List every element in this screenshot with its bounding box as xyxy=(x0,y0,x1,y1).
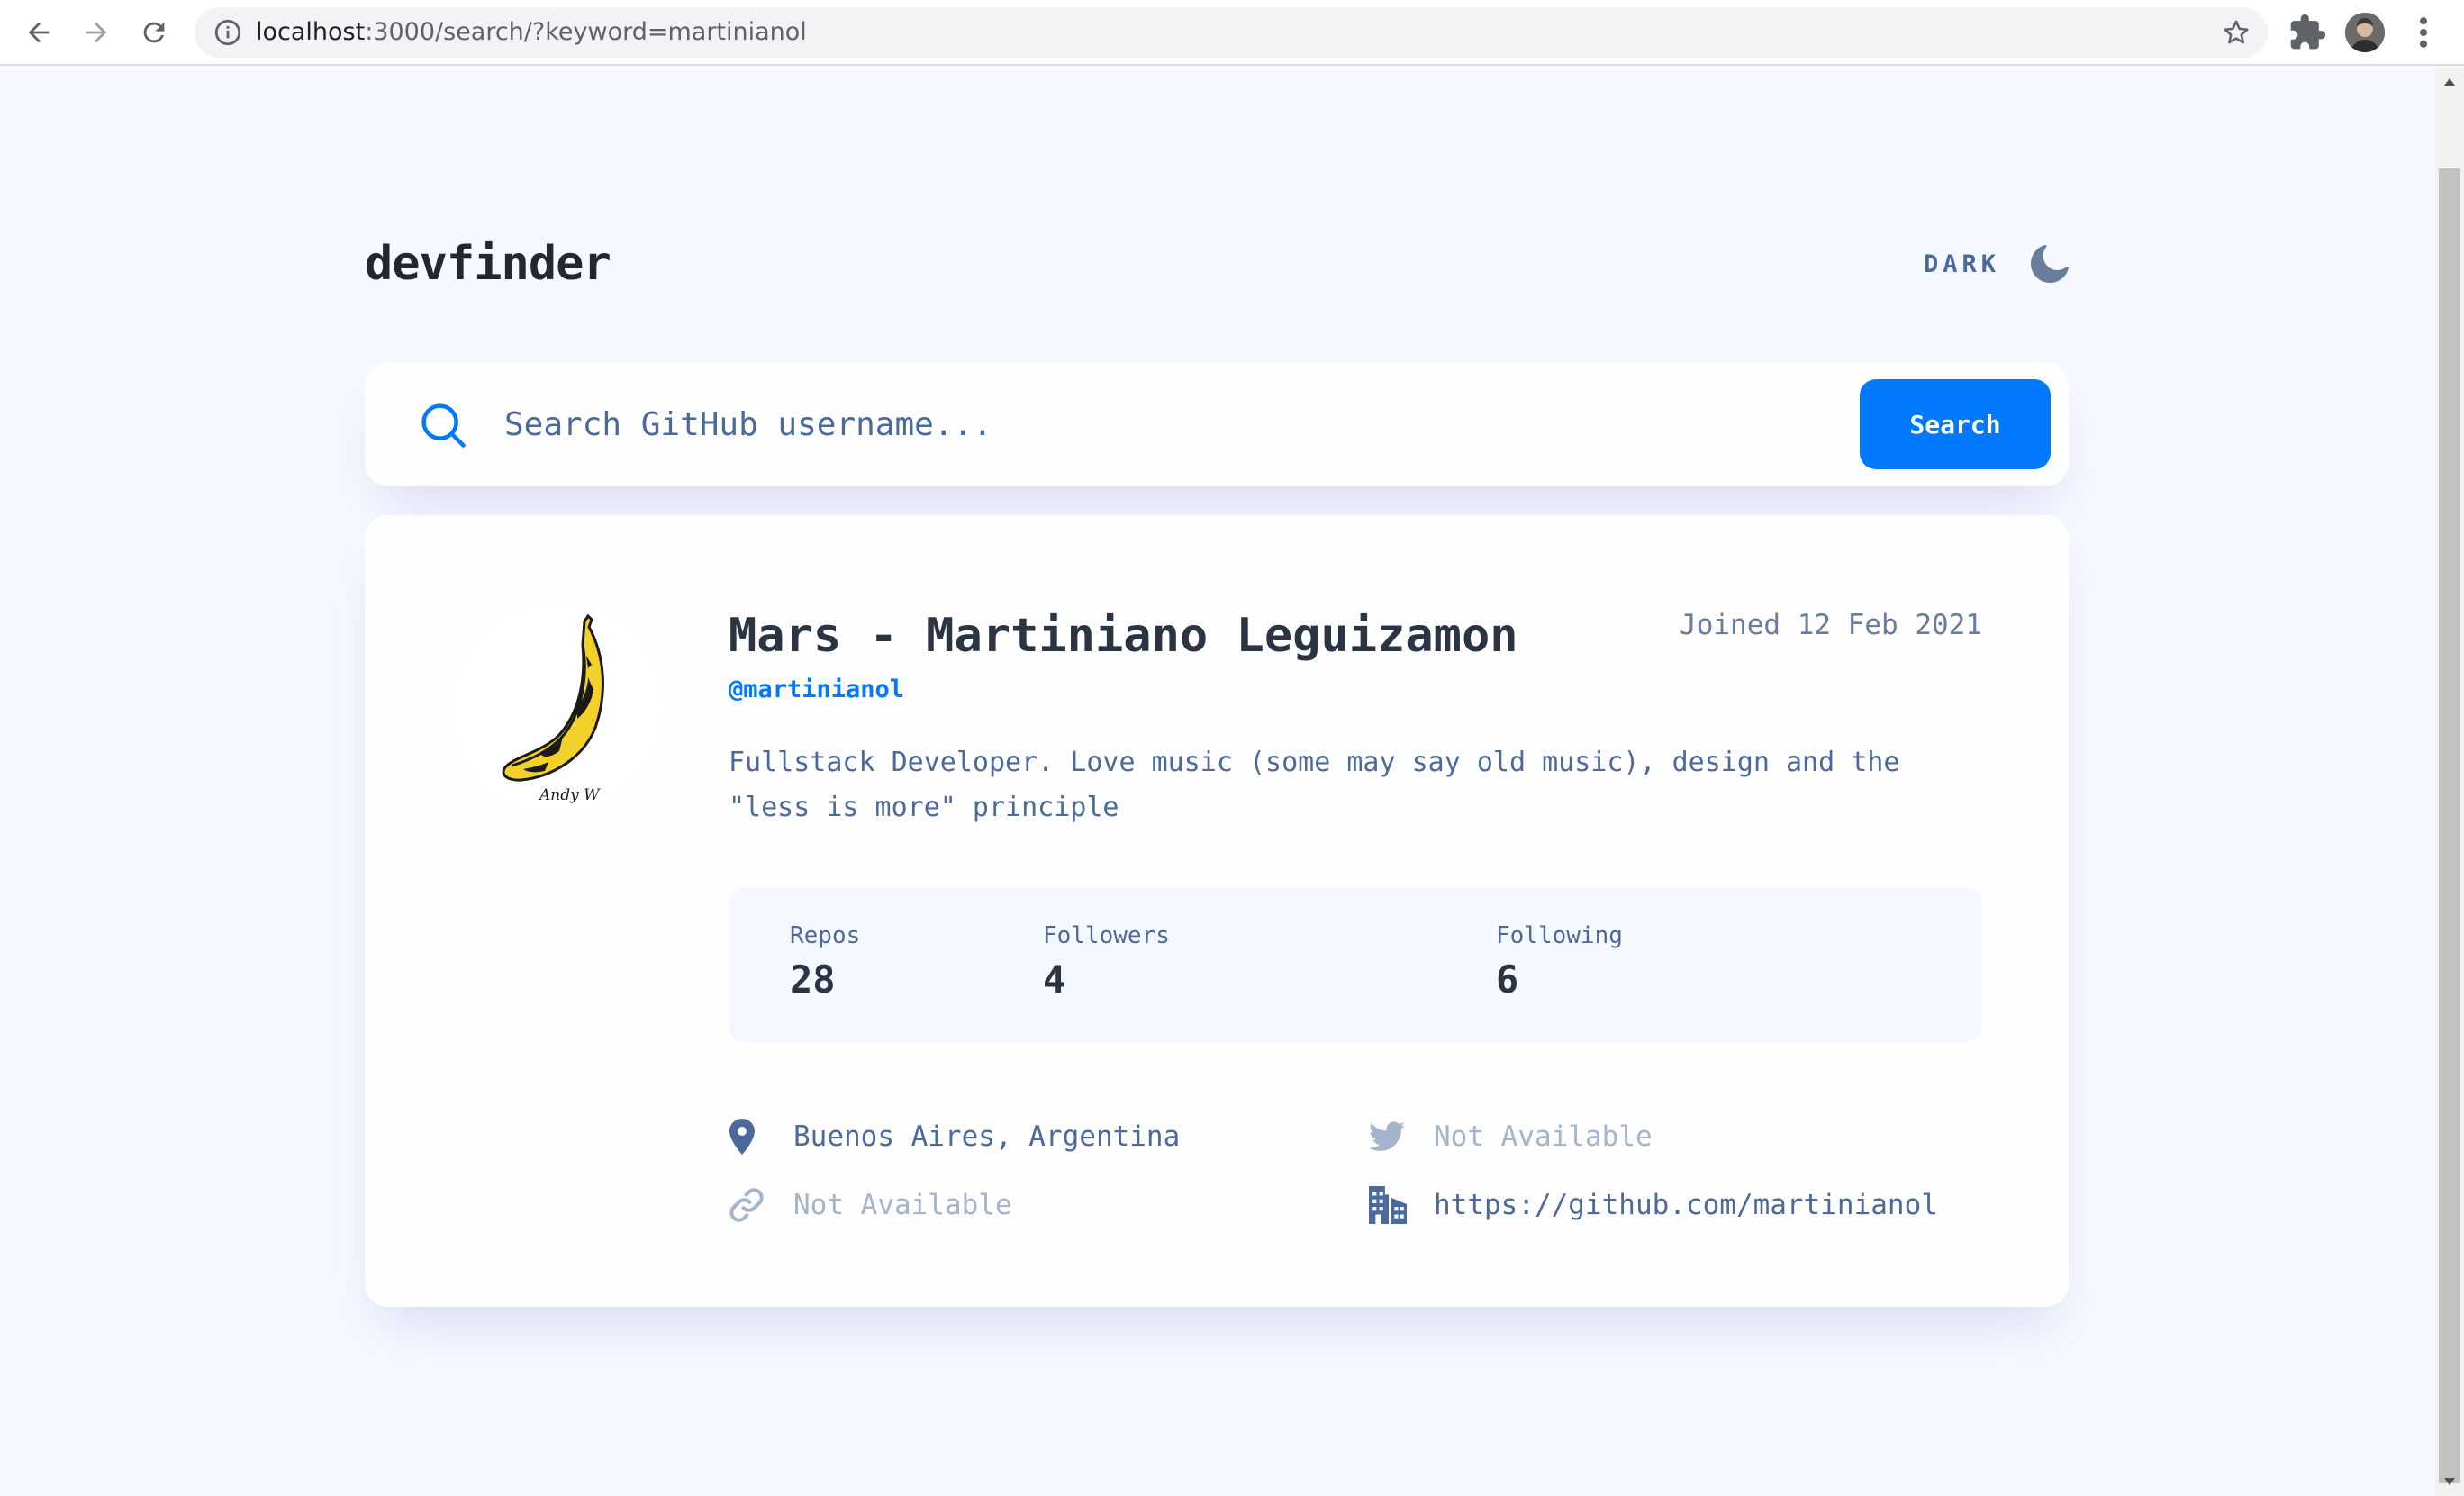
link-icon xyxy=(729,1185,768,1225)
browser-toolbar: localhost:3000/search/?keyword=martinian… xyxy=(0,0,2464,66)
search-button[interactable]: Search xyxy=(1860,379,2051,469)
url-text: localhost:3000/search/?keyword=martinian… xyxy=(256,7,807,58)
info-icon[interactable] xyxy=(213,17,243,48)
profile-location-text: Buenos Aires, Argentina xyxy=(793,1120,1181,1153)
stat-repos-label: Repos xyxy=(790,922,861,949)
page-scrollbar[interactable] xyxy=(2435,68,2464,1496)
search-input[interactable] xyxy=(504,393,1846,456)
avatar-signature: Andy W xyxy=(538,786,601,804)
stat-followers-value: 4 xyxy=(1043,957,1066,1002)
theme-toggle-label: DARK xyxy=(1923,249,2000,278)
profile-stats: Repos 28 Followers 4 Following 6 xyxy=(729,887,1982,1042)
search-bar: Search xyxy=(365,362,2069,486)
app-header: devfinder DARK xyxy=(365,230,2069,298)
theme-toggle-button[interactable]: DARK xyxy=(1924,230,2069,298)
bookmark-star-icon[interactable] xyxy=(2221,17,2251,48)
profile-joined-date: Joined 12 Feb 2021 xyxy=(1680,609,1982,641)
banana-artwork: Andy W xyxy=(502,613,604,804)
profile-bio: Fullstack Developer. Love music (some ma… xyxy=(729,747,1900,823)
forward-button[interactable] xyxy=(75,11,118,54)
profile-twitter-text: Not Available xyxy=(1434,1120,1653,1153)
arrow-left-icon xyxy=(28,22,50,43)
map-pin-icon xyxy=(729,1117,768,1156)
stat-repos-value: 28 xyxy=(790,957,836,1002)
stat-following: Following 6 xyxy=(1496,918,1623,1006)
arrow-right-icon xyxy=(86,22,107,43)
profile-company[interactable]: https://github.com/martinianol xyxy=(1369,1178,1938,1232)
url-path: :3000/search/?keyword=martinianol xyxy=(365,18,807,46)
scroll-down-arrow-icon[interactable] xyxy=(2435,1467,2464,1496)
stat-following-label: Following xyxy=(1496,922,1623,949)
reload-button[interactable] xyxy=(132,11,176,54)
stat-followers-label: Followers xyxy=(1043,922,1170,949)
stat-repos: Repos 28 xyxy=(790,918,860,1006)
moon-icon xyxy=(2031,245,2069,283)
profile-username-link[interactable]: @martinianol xyxy=(729,672,904,708)
profile-avatar-image: Andy W xyxy=(451,602,662,812)
profile-card: Andy W Mars - Martiniano Leguizamon Join… xyxy=(365,515,2069,1307)
profile-blog-text: Not Available xyxy=(793,1189,1012,1221)
stat-followers: Followers 4 xyxy=(1043,918,1170,1006)
extensions-puzzle-icon[interactable] xyxy=(2287,13,2327,52)
profile-twitter: Not Available xyxy=(1369,1110,1653,1164)
menu-kebab-icon[interactable] xyxy=(2410,13,2437,52)
profile-photo-icon xyxy=(2345,13,2385,52)
profile-location: Buenos Aires, Argentina xyxy=(729,1110,1180,1164)
profile-company-text[interactable]: https://github.com/martinianol xyxy=(1434,1189,1938,1221)
building-icon xyxy=(1369,1185,1409,1225)
reload-icon xyxy=(143,22,165,43)
stat-following-value: 6 xyxy=(1496,957,1519,1002)
twitter-icon xyxy=(1369,1117,1409,1156)
back-button[interactable] xyxy=(17,11,60,54)
profile-avatar[interactable] xyxy=(2345,13,2385,52)
scroll-up-arrow-icon[interactable] xyxy=(2435,68,2464,96)
address-bar[interactable]: localhost:3000/search/?keyword=martinian… xyxy=(195,7,2268,58)
scroll-thumb[interactable] xyxy=(2439,168,2460,1483)
search-icon xyxy=(421,403,466,448)
app-logo: devfinder xyxy=(365,237,611,291)
profile-blog: Not Available xyxy=(729,1178,1012,1232)
url-host: localhost xyxy=(256,18,366,46)
profile-name: Mars - Martiniano Leguizamon xyxy=(729,609,1518,663)
